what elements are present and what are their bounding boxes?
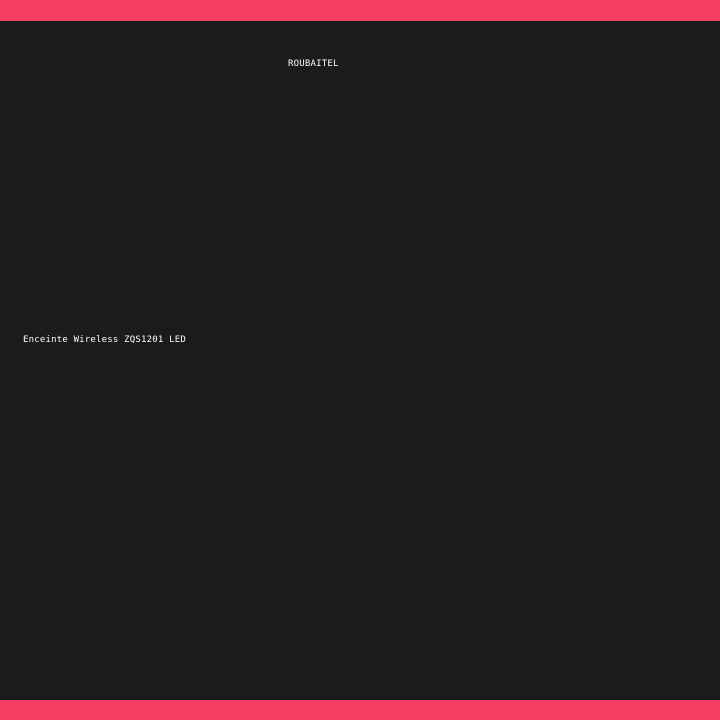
product-name: Enceinte Wireless ZQS1201 LED	[23, 335, 186, 345]
app-screen: ROUBAITEL Enceinte Wireless ZQS1201 LED	[0, 0, 720, 720]
brand-label: ROUBAITEL	[288, 59, 339, 69]
bottom-accent-bar	[0, 700, 720, 720]
top-accent-bar	[0, 0, 720, 21]
